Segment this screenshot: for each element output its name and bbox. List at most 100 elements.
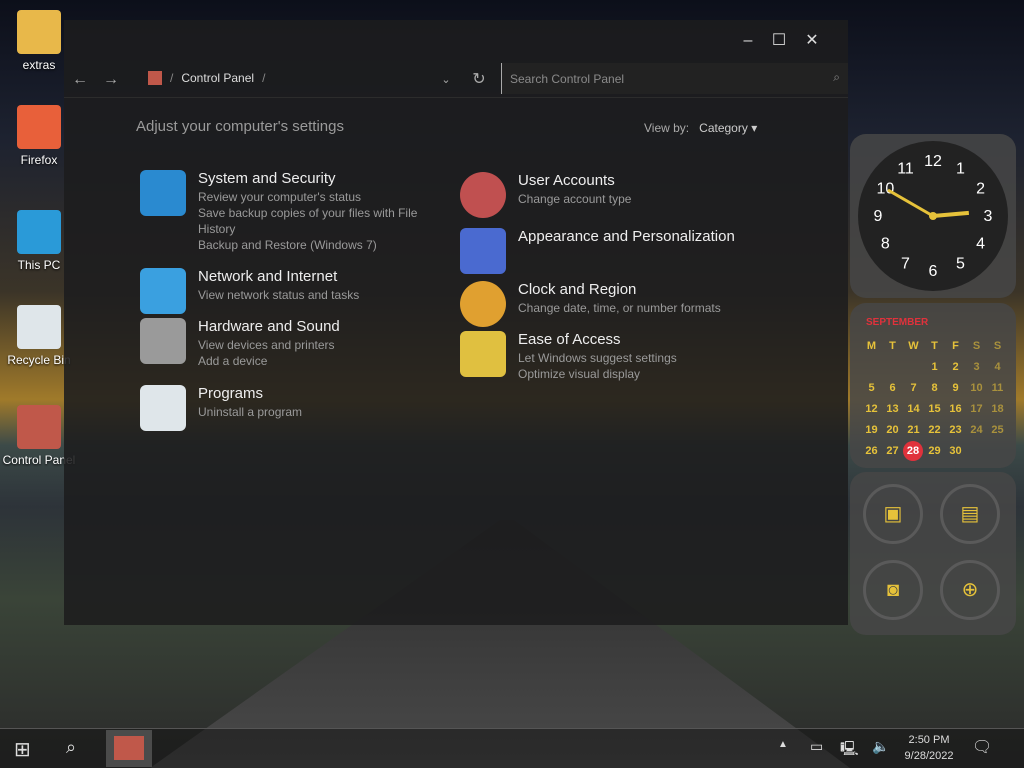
search-button[interactable]: ⌕ — [66, 737, 76, 758]
calendar-day[interactable]: 7 — [903, 380, 924, 396]
maximize-button[interactable]: ☐ — [767, 30, 791, 54]
calendar-day[interactable]: 8 — [924, 380, 945, 396]
memory-icon[interactable]: ▤ — [940, 484, 1000, 544]
calendar-day[interactable]: 19 — [861, 422, 882, 438]
category-task-link[interactable]: Let Windows suggest settings — [518, 350, 677, 366]
cpu-icon[interactable]: ▣ — [863, 484, 923, 544]
control-panel-icon — [17, 405, 61, 449]
category-title-link[interactable]: System and Security — [198, 170, 430, 187]
network-globe-icon[interactable]: ⊕ — [940, 560, 1000, 620]
clock-number: 10 — [876, 181, 894, 198]
breadcrumb[interactable]: / Control Panel / — [148, 71, 265, 85]
category-title-link[interactable]: Programs — [198, 385, 302, 402]
calendar-day[interactable]: 14 — [903, 401, 924, 417]
calendar-day[interactable]: 11 — [987, 380, 1008, 396]
volume-icon[interactable]: 🔈 — [872, 738, 889, 755]
calendar-widget: SEPTEMBER M T W T F S S 1 2 3 4 5 6 7 8 9 10 11 12 13 14 15 16… — [850, 303, 1016, 468]
category-title-link[interactable]: Appearance and Personalization — [518, 228, 735, 245]
system-widget: ▣ ▤ ◙ ⊕ — [850, 472, 1016, 635]
network-icon[interactable]: 🖳 — [840, 738, 859, 762]
folder-icon — [17, 10, 61, 54]
category-title-link[interactable]: Ease of Access — [518, 331, 677, 348]
taskbar: ⊞ ⌕ ▲ ▭ 🖳 🔈 2:50 PM 9/28/2022 🗨 — [0, 728, 1024, 768]
view-by-dropdown[interactable]: Category — [699, 121, 748, 135]
page-title: Adjust your computer's settings — [136, 118, 344, 135]
clock-tray[interactable]: 2:50 PM 9/28/2022 — [898, 732, 960, 764]
calendar-day[interactable]: 2 — [945, 359, 966, 375]
calendar-day[interactable]: 12 — [861, 401, 882, 417]
calendar-day[interactable]: 10 — [966, 380, 987, 396]
search-icon: ⌕ — [833, 70, 840, 84]
calendar-day[interactable]: 6 — [882, 380, 903, 396]
calendar-day[interactable]: 26 — [861, 443, 882, 459]
weekday-label: W — [908, 340, 919, 352]
calendar-day[interactable]: 21 — [903, 422, 924, 438]
calendar-day[interactable]: 16 — [945, 401, 966, 417]
title-bar[interactable]: – ☐ ✕ — [64, 20, 848, 62]
category-hardware-and-sound: Hardware and Sound View devices and print… — [140, 318, 430, 369]
calendar-day[interactable]: 24 — [966, 422, 987, 438]
calendar-day[interactable]: 20 — [882, 422, 903, 438]
calendar-day[interactable]: 1 — [924, 359, 945, 375]
calendar-month: SEPTEMBER — [866, 317, 929, 328]
clock-number: 9 — [874, 208, 883, 225]
back-button[interactable]: ← — [68, 68, 92, 92]
category-icon — [460, 281, 506, 327]
close-button[interactable]: ✕ — [800, 30, 824, 54]
category-title-link[interactable]: Network and Internet — [198, 268, 359, 285]
category-icon — [460, 172, 506, 218]
category-icon — [460, 331, 506, 377]
caret-down-icon: ▾ — [751, 121, 758, 135]
category-task-link[interactable]: Add a device — [198, 353, 340, 369]
category-network-and-internet: Network and Internet View network status … — [140, 268, 430, 314]
calendar-day[interactable]: 23 — [945, 422, 966, 438]
forward-button[interactable]: → — [99, 68, 123, 92]
category-task-link[interactable]: View devices and printers — [198, 337, 340, 353]
category-title-link[interactable]: Hardware and Sound — [198, 318, 340, 335]
calendar-day[interactable]: 22 — [924, 422, 945, 438]
calendar-day[interactable]: 30 — [945, 443, 966, 459]
category-task-link[interactable]: Change date, time, or number formats — [518, 300, 721, 316]
start-button[interactable]: ⊞ — [14, 737, 31, 762]
clock-number: 6 — [929, 263, 938, 280]
search-input[interactable]: Search Control Panel ⌕ — [501, 63, 848, 94]
calendar-day[interactable]: 25 — [987, 422, 1008, 438]
refresh-button[interactable]: ↻ — [467, 68, 491, 92]
minimize-button[interactable]: – — [736, 30, 760, 54]
calendar-day[interactable]: 13 — [882, 401, 903, 417]
camera-icon[interactable]: ▭ — [810, 738, 823, 755]
category-task-link[interactable]: Backup and Restore (Windows 7) — [198, 237, 430, 253]
calendar-day[interactable]: 18 — [987, 401, 1008, 417]
calendar-day[interactable]: 17 — [966, 401, 987, 417]
category-title-link[interactable]: User Accounts — [518, 172, 631, 189]
category-task-link[interactable]: Uninstall a program — [198, 404, 302, 420]
notifications-icon[interactable]: 🗨 — [972, 737, 992, 757]
clock-number: 11 — [897, 160, 914, 177]
category-title-link[interactable]: Clock and Region — [518, 281, 721, 298]
category-task-link[interactable]: View network status and tasks — [198, 287, 359, 303]
category-task-link[interactable]: Review your computer's status — [198, 189, 430, 205]
category-clock-and-region: Clock and Region Change date, time, or nu… — [460, 281, 790, 327]
breadcrumb-control-panel[interactable]: Control Panel — [181, 71, 254, 85]
calendar-day[interactable]: 9 — [945, 380, 966, 396]
category-task-link[interactable]: Optimize visual display — [518, 366, 677, 382]
category-programs: Programs Uninstall a program — [140, 385, 430, 431]
view-by-label: View by: — [644, 121, 690, 135]
clock-number: 5 — [956, 256, 965, 273]
calendar-day[interactable]: 29 — [924, 443, 945, 459]
weekday-label: F — [952, 340, 959, 352]
disk-icon[interactable]: ◙ — [863, 560, 923, 620]
calendar-day[interactable]: 27 — [882, 443, 903, 459]
taskbar-control-panel[interactable] — [106, 730, 152, 767]
calendar-day[interactable]: 3 — [966, 359, 987, 375]
category-task-link[interactable]: Save backup copies of your files with Fi… — [198, 205, 430, 237]
date: 9/28/2022 — [904, 750, 954, 762]
chevron-down-icon[interactable]: ⌄ — [434, 68, 458, 92]
category-task-link[interactable]: Change account type — [518, 191, 631, 207]
clock-number: 8 — [881, 236, 890, 253]
calendar-day[interactable]: 5 — [861, 380, 882, 396]
calendar-day[interactable]: 15 — [924, 401, 945, 417]
show-hidden-icons[interactable]: ▲ — [778, 739, 788, 750]
calendar-day[interactable]: 28 — [903, 441, 923, 461]
calendar-day[interactable]: 4 — [987, 359, 1008, 375]
